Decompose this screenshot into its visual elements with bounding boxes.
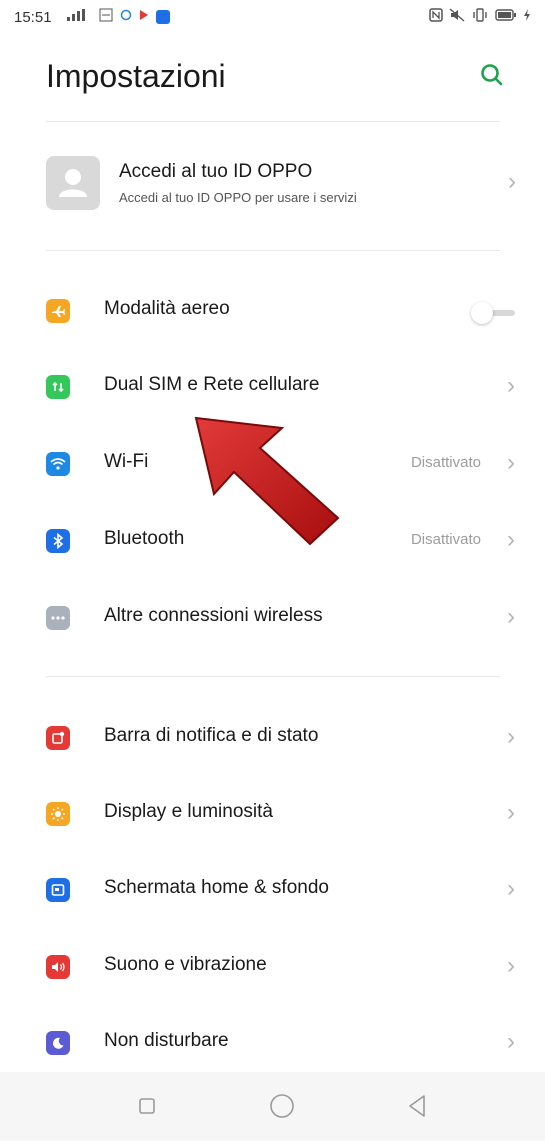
settings-item-dual-sim[interactable]: Dual SIM e Rete cellulare ›	[0, 356, 545, 416]
header-divider	[46, 121, 500, 122]
volte-icon	[99, 8, 113, 25]
status-left-icons	[66, 8, 170, 25]
settings-item-airplane-mode[interactable]: Modalità aereo	[0, 280, 545, 340]
status-right-icons	[429, 8, 531, 25]
settings-item-label: Schermata home & sfondo	[104, 877, 329, 898]
app-icon	[156, 9, 170, 24]
account-subtitle: Accedi al tuo ID OPPO per usare i serviz…	[119, 190, 357, 205]
circle-icon	[120, 9, 132, 24]
chevron-right-icon: ›	[507, 372, 515, 399]
settings-item-label: Barra di notifica e di stato	[104, 725, 319, 746]
wifi-status-value: Disattivato	[410, 454, 481, 471]
signal-icon	[66, 8, 92, 25]
chevron-right-icon: ›	[507, 799, 515, 826]
back-button[interactable]	[388, 1072, 448, 1141]
settings-item-label: Modalità aereo	[104, 298, 230, 319]
chevron-right-icon: ›	[507, 875, 515, 902]
charging-icon	[523, 8, 531, 25]
navigation-bar	[0, 1072, 545, 1141]
settings-item-label: Dual SIM e Rete cellulare	[104, 374, 320, 395]
settings-item-display[interactable]: Display e luminosità ›	[0, 783, 545, 843]
settings-item-label: Wi-Fi	[104, 451, 149, 472]
brightness-icon	[46, 802, 70, 826]
status-time: 15:51	[14, 9, 52, 26]
section-divider	[46, 676, 500, 677]
settings-item-do-not-disturb[interactable]: Non disturbare ›	[0, 1012, 545, 1072]
nfc-icon	[429, 8, 443, 25]
toggle-knob	[471, 302, 493, 324]
notification-icon	[46, 726, 70, 750]
chevron-right-icon: ›	[507, 723, 515, 750]
chevron-right-icon: ›	[507, 952, 515, 979]
bluetooth-icon	[46, 529, 70, 553]
wifi-icon	[46, 452, 70, 476]
bluetooth-status-value: Disattivato	[410, 531, 481, 548]
airplane-mode-toggle[interactable]	[471, 302, 519, 324]
mute-icon	[449, 8, 465, 25]
airplane-icon	[46, 299, 70, 323]
home-button[interactable]	[252, 1072, 312, 1141]
recent-apps-icon	[139, 1098, 155, 1114]
settings-item-label: Bluetooth	[104, 528, 185, 549]
page-title: Impostazioni	[46, 58, 226, 94]
wallpaper-icon	[46, 878, 70, 902]
settings-item-label: Display e luminosità	[104, 801, 273, 822]
settings-item-notification-bar[interactable]: Barra di notifica e di stato ›	[0, 707, 545, 767]
chevron-right-icon: ›	[507, 1028, 515, 1055]
recent-apps-button[interactable]	[118, 1072, 178, 1141]
back-icon	[409, 1095, 425, 1117]
chevron-right-icon: ›	[507, 603, 515, 630]
settings-item-sound[interactable]: Suono e vibrazione ›	[0, 936, 545, 996]
search-icon[interactable]	[477, 60, 507, 90]
account-title: Accedi al tuo ID OPPO	[119, 161, 313, 182]
chevron-right-icon: ›	[507, 449, 515, 476]
settings-item-label: Suono e vibrazione	[104, 954, 267, 975]
settings-item-label: Altre connessioni wireless	[104, 605, 323, 626]
annotation-arrow	[194, 416, 340, 546]
play-icon	[139, 9, 149, 24]
battery-icon	[495, 8, 517, 25]
section-divider	[46, 250, 500, 251]
sound-icon	[46, 955, 70, 979]
sim-icon	[46, 375, 70, 399]
home-icon	[270, 1094, 294, 1118]
more-icon	[46, 606, 70, 630]
moon-icon	[46, 1031, 70, 1055]
settings-item-label: Non disturbare	[104, 1030, 229, 1051]
settings-item-home-wallpaper[interactable]: Schermata home & sfondo ›	[0, 859, 545, 919]
vibrate-icon	[471, 8, 489, 25]
avatar	[46, 156, 100, 210]
oppo-account-row[interactable]: Accedi al tuo ID OPPO Accedi al tuo ID O…	[46, 152, 516, 216]
chevron-right-icon: ›	[508, 168, 516, 195]
settings-item-other-wireless[interactable]: Altre connessioni wireless ›	[0, 587, 545, 647]
chevron-right-icon: ›	[507, 526, 515, 553]
status-bar: 15:51	[0, 0, 545, 36]
